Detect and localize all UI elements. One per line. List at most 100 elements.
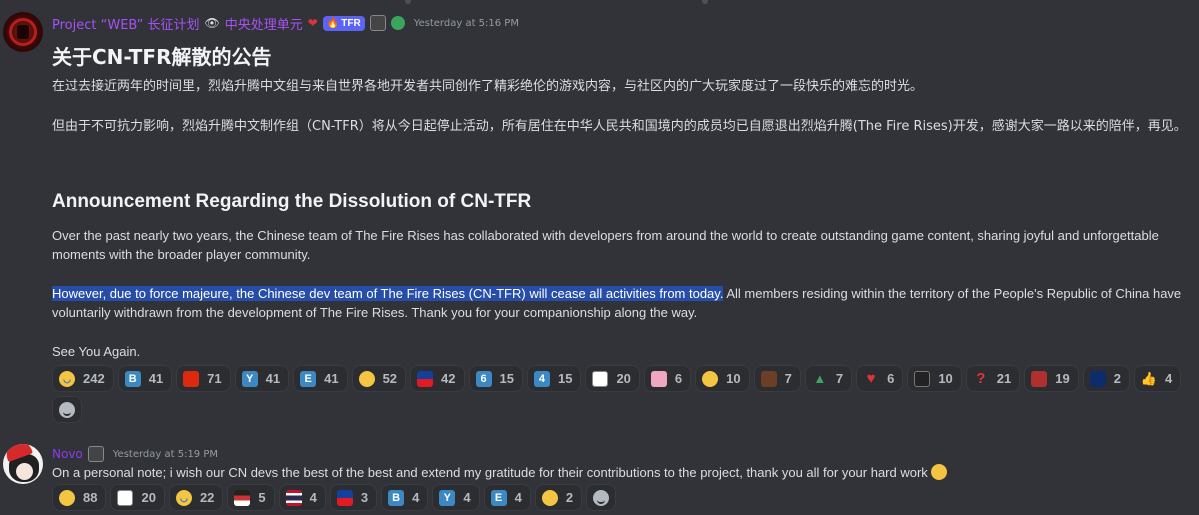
paragraph-english-2: However, due to force majeure, the Chine…: [52, 284, 1192, 322]
striped-flag-icon: [234, 489, 251, 506]
reaction-button[interactable]: 3: [329, 484, 378, 511]
reaction-count: 7: [784, 371, 792, 386]
salute-face-icon: [358, 370, 375, 387]
reaction-count: 4: [309, 490, 317, 505]
flag-tw-icon: [417, 370, 434, 387]
reaction-button[interactable]: 10: [695, 365, 750, 392]
flag-cn-icon: [183, 370, 200, 387]
red-heart-icon: ♥: [866, 369, 876, 387]
username[interactable]: Project “WEB” 长征计划: [52, 14, 200, 33]
reaction-button[interactable]: 10: [907, 365, 962, 392]
reaction-button[interactable]: Y 41: [234, 365, 290, 392]
message-header: Novo Yesterday at 5:19 PM: [52, 444, 218, 464]
reaction-count: 52: [382, 371, 398, 386]
flag-nz-icon: [1089, 370, 1106, 387]
message-header: Project “WEB” 长征计划 👁 中央处理单元 ❤ 🔥 TFR Yeste…: [52, 13, 519, 33]
reaction-button[interactable]: 42: [410, 365, 465, 392]
reaction-button[interactable]: B 41: [117, 365, 173, 392]
letter-b-icon: B: [388, 489, 405, 506]
letter-e-icon: E: [490, 489, 507, 506]
reaction-count: 41: [265, 371, 281, 386]
server-tag[interactable]: 🔥 TFR: [322, 15, 365, 31]
reaction-count: 2: [1113, 371, 1121, 386]
eye-icon: 👁: [204, 16, 220, 30]
reaction-count: 4: [1164, 371, 1173, 386]
reactions-bar: 88 20 ◡ 22 5 4 3 B 4 Y 4 E 4 2: [52, 484, 1192, 511]
reaction-button[interactable]: 5: [227, 484, 275, 511]
number-6-icon: 6: [475, 370, 492, 387]
reaction-button[interactable]: 88: [52, 484, 107, 511]
reaction-count: 21: [996, 371, 1012, 386]
add-emoji-icon: [59, 401, 75, 418]
reaction-button[interactable]: 4: [278, 484, 326, 511]
reaction-button[interactable]: 7: [753, 365, 801, 392]
reaction-count: 41: [148, 371, 164, 386]
reaction-count: 71: [207, 371, 222, 386]
reaction-button[interactable]: E 41: [293, 365, 348, 392]
reaction-button[interactable]: 👍 4: [1133, 365, 1182, 392]
reaction-button[interactable]: ? 21: [965, 365, 1021, 392]
reaction-button[interactable]: 6 15: [468, 365, 523, 392]
person-portrait-icon: [760, 370, 777, 387]
reaction-count: 15: [557, 371, 573, 386]
sob-icon: ◡: [175, 489, 192, 506]
letter-e-icon: E: [300, 370, 317, 387]
reaction-button[interactable]: 2: [534, 484, 583, 511]
reaction-button[interactable]: 19: [1024, 365, 1079, 392]
timestamp[interactable]: Yesterday at 5:19 PM: [113, 449, 218, 460]
reaction-button[interactable]: 20: [585, 365, 640, 392]
reaction-count: 7: [835, 371, 844, 386]
reaction-count: 41: [324, 371, 339, 386]
thumbs-up-icon: 👍: [1140, 370, 1158, 386]
reaction-button[interactable]: Y4: [432, 484, 480, 511]
role-name[interactable]: 中央处理单元: [225, 14, 303, 33]
reaction-button[interactable]: 2: [1082, 365, 1130, 392]
reaction-button[interactable]: ◡ 22: [168, 484, 224, 511]
black-portrait-icon: [914, 370, 931, 387]
reaction-button[interactable]: 71: [176, 365, 231, 392]
green-badge-icon: [390, 16, 405, 30]
letter-y-icon: Y: [439, 489, 456, 506]
christmas-tree-icon: ▲: [813, 370, 827, 386]
reaction-count: 10: [726, 371, 741, 386]
reaction-button[interactable]: ♥ 6: [856, 365, 904, 392]
paragraph-chinese-2: 但由于不可抗力影响，烈焰升腾中文制作组（CN-TFR）将从今日起停止活动，所有居…: [52, 119, 1187, 134]
reaction-button[interactable]: ▲ 7: [804, 365, 853, 392]
reaction-button[interactable]: 20: [110, 484, 165, 511]
flag-th-icon: [285, 489, 302, 506]
divider-dot: [405, 0, 411, 4]
reaction-count: 20: [616, 371, 631, 386]
avatar[interactable]: [3, 444, 43, 484]
reaction-count: 3: [360, 490, 369, 505]
selected-text: However, due to force majeure, the Chine…: [52, 286, 724, 301]
salute-face-icon: [59, 489, 75, 506]
reaction-count: 20: [141, 490, 156, 505]
pink-pig-icon: [650, 370, 667, 387]
reaction-count: 4: [463, 490, 471, 505]
flag-tw-icon: [336, 489, 353, 506]
timestamp[interactable]: Yesterday at 5:16 PM: [414, 18, 519, 29]
add-reaction-button[interactable]: [52, 396, 82, 423]
reaction-button[interactable]: 4 15: [526, 365, 582, 392]
laughing-icon: [541, 489, 558, 506]
heart-icon: ❤: [307, 16, 318, 30]
reaction-button[interactable]: B4: [381, 484, 429, 511]
reaction-button[interactable]: E4: [483, 484, 531, 511]
add-reaction-button[interactable]: [586, 484, 617, 511]
mask-badge-icon: [87, 446, 104, 462]
reaction-count: 242: [83, 371, 105, 386]
reaction-button[interactable]: ◡ 242: [52, 365, 114, 392]
title-chinese: 关于CN-TFR解散的公告: [52, 45, 272, 69]
reaction-button[interactable]: 6: [643, 365, 692, 392]
pensive-face-icon: [930, 464, 947, 480]
title-english: Announcement Regarding the Dissolution o…: [52, 191, 532, 212]
reaction-count: 2: [565, 490, 574, 505]
reactions-bar: ◡ 242 B 41 71 Y 41 E 41 52 42 6 15 4 15 20 6 10 7 ▲ 7 ♥ 6 10? 21…: [52, 365, 1192, 423]
avatar[interactable]: [3, 12, 43, 52]
reaction-count: 10: [938, 371, 953, 386]
reaction-button[interactable]: 52: [351, 365, 407, 392]
white-pattern-icon: [592, 370, 609, 387]
message-text: On a personal note; i wish our CN devs t…: [52, 463, 1192, 482]
username[interactable]: Novo: [52, 447, 83, 461]
mask-badge-icon: [369, 15, 386, 31]
